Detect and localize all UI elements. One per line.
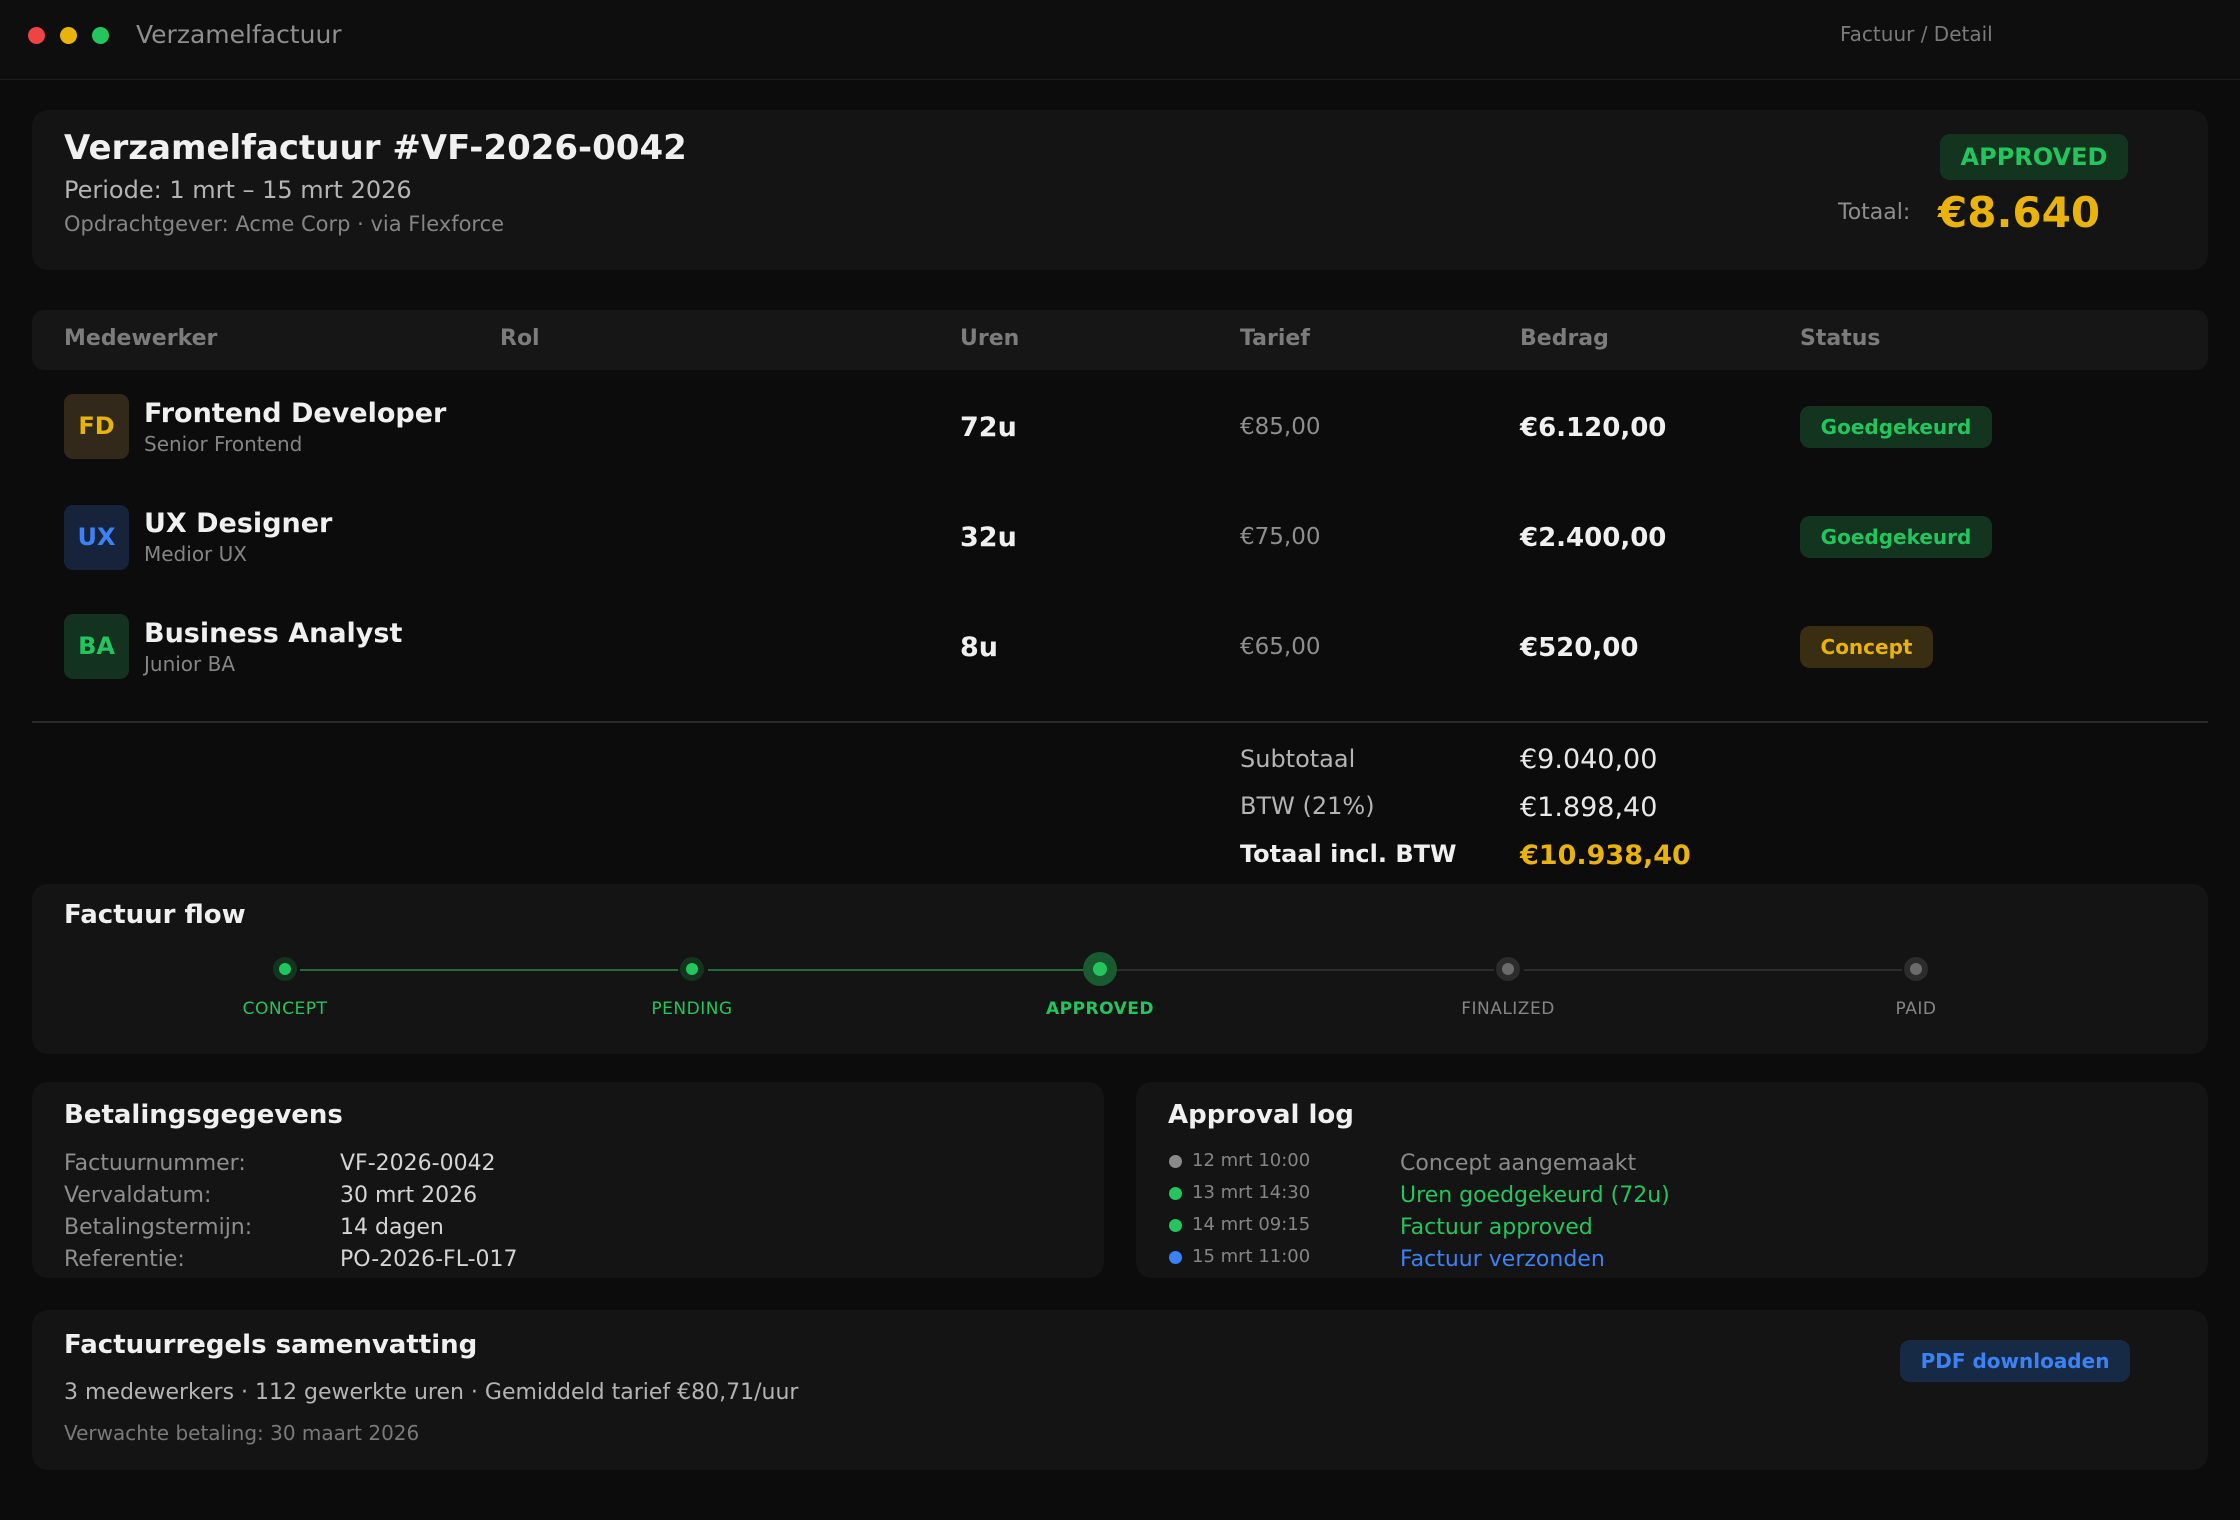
invoice-number-label: Factuurnummer: — [64, 1151, 246, 1176]
vat-label: BTW (21%) — [1240, 792, 1375, 820]
reference-label: Referentie: — [64, 1247, 185, 1272]
flow-step-concept-label: CONCEPT — [242, 999, 328, 1019]
employee-rate: €85,00 — [1240, 414, 1321, 440]
status-badge: Goedgekeurd — [1800, 516, 1992, 558]
employee-hours: 32u — [960, 522, 1017, 553]
log-time: 14 mrt 09:15 — [1192, 1214, 1311, 1235]
title-bar: Verzamelfactuur Factuur / Detail — [0, 0, 2240, 80]
breadcrumb: Factuur / Detail — [1840, 22, 1993, 46]
due-date-label: Vervaldatum: — [64, 1183, 212, 1208]
table-header — [32, 310, 2208, 370]
payment-term-value: 14 dagen — [340, 1215, 444, 1240]
flow-connector — [708, 969, 1086, 971]
log-text: Factuur approved — [1400, 1215, 1593, 1240]
flow-step-pending-node — [680, 957, 704, 981]
payment-title: Betalingsgegevens — [64, 1100, 343, 1130]
flow-connector — [300, 969, 678, 971]
employee-amount: €520,00 — [1520, 633, 1639, 663]
employee-role: Junior BA — [144, 652, 236, 676]
employee-name: Frontend Developer — [144, 398, 447, 429]
flow-step-paid-label: PAID — [1895, 999, 1937, 1019]
employee-name: UX Designer — [144, 508, 333, 539]
column-header-bedrag[interactable]: Bedrag — [1520, 326, 1609, 351]
column-header-status[interactable]: Status — [1800, 326, 1880, 351]
flow-step-concept-node — [273, 957, 297, 981]
flow-step-finalized-label: FINALIZED — [1461, 999, 1555, 1019]
table-divider — [32, 721, 2208, 723]
invoice-status-badge: APPROVED — [1940, 134, 2128, 180]
log-text: Uren goedgekeurd (72u) — [1400, 1183, 1670, 1208]
maximize-window-button[interactable] — [92, 27, 109, 44]
employee-role: Medior UX — [144, 542, 247, 566]
employee-rate: €65,00 — [1240, 634, 1321, 660]
flow-step-paid-node — [1904, 957, 1928, 981]
grand-total-value: €10.938,40 — [1520, 840, 1691, 871]
reference-value: PO-2026-FL-017 — [340, 1247, 518, 1272]
log-status-dot-icon — [1169, 1155, 1182, 1168]
column-header-tarief[interactable]: Tarief — [1240, 326, 1310, 351]
approval-log-title: Approval log — [1168, 1100, 1354, 1130]
log-status-dot-icon — [1169, 1187, 1182, 1200]
flow-step-approved-node — [1083, 952, 1117, 986]
avatar: FD — [64, 394, 129, 459]
employee-role: Senior Frontend — [144, 432, 303, 456]
avatar: BA — [64, 614, 129, 679]
log-text: Factuur verzonden — [1400, 1247, 1605, 1272]
due-date-value: 30 mrt 2026 — [340, 1183, 478, 1208]
pdf-download-button[interactable]: PDF downloaden — [1900, 1340, 2130, 1382]
employee-amount: €6.120,00 — [1520, 413, 1667, 443]
flow-title: Factuur flow — [64, 900, 246, 930]
employee-hours: 8u — [960, 632, 999, 663]
log-status-dot-icon — [1169, 1219, 1182, 1232]
total-value: €8.640 — [1938, 188, 2101, 237]
column-header-medewerker[interactable]: Medewerker — [64, 326, 217, 351]
expected-payment: Verwachte betaling: 30 maart 2026 — [64, 1421, 420, 1445]
column-header-uren[interactable]: Uren — [960, 326, 1019, 351]
flow-connector — [1116, 969, 1494, 971]
invoice-title: Verzamelfactuur #VF-2026-0042 — [64, 128, 687, 168]
invoice-client: Opdrachtgever: Acme Corp · via Flexforce — [64, 212, 505, 236]
summary-line: 3 medewerkers · 112 gewerkte uren · Gemi… — [64, 1380, 799, 1405]
vat-value: €1.898,40 — [1520, 792, 1658, 823]
employee-amount: €2.400,00 — [1520, 523, 1667, 553]
avatar: UX — [64, 505, 129, 570]
summary-title: Factuurregels samenvatting — [64, 1330, 478, 1360]
log-text: Concept aangemaakt — [1400, 1151, 1637, 1176]
flow-step-finalized-node — [1496, 957, 1520, 981]
status-badge: Goedgekeurd — [1800, 406, 1992, 448]
flow-connector — [1524, 969, 1902, 971]
column-header-rol[interactable]: Rol — [500, 326, 540, 351]
flow-step-approved-label: APPROVED — [1045, 999, 1155, 1019]
log-time: 13 mrt 14:30 — [1192, 1182, 1311, 1203]
invoice-number-value: VF-2026-0042 — [340, 1151, 496, 1176]
minimize-window-button[interactable] — [60, 27, 77, 44]
total-label: Totaal: — [1838, 200, 1911, 225]
flow-step-pending-label: PENDING — [651, 999, 733, 1019]
log-time: 12 mrt 10:00 — [1192, 1150, 1311, 1171]
log-time: 15 mrt 11:00 — [1192, 1246, 1311, 1267]
employee-rate: €75,00 — [1240, 524, 1321, 550]
subtotal-label: Subtotaal — [1240, 745, 1356, 773]
invoice-period: Periode: 1 mrt – 15 mrt 2026 — [64, 176, 412, 204]
close-window-button[interactable] — [28, 27, 45, 44]
window-title: Verzamelfactuur — [136, 20, 342, 49]
log-status-dot-icon — [1169, 1251, 1182, 1264]
grand-total-label: Totaal incl. BTW — [1240, 840, 1457, 868]
employee-hours: 72u — [960, 412, 1017, 443]
employee-name: Business Analyst — [144, 618, 403, 649]
status-badge: Concept — [1800, 626, 1933, 668]
subtotal-value: €9.040,00 — [1520, 744, 1658, 775]
payment-term-label: Betalingstermijn: — [64, 1215, 253, 1240]
